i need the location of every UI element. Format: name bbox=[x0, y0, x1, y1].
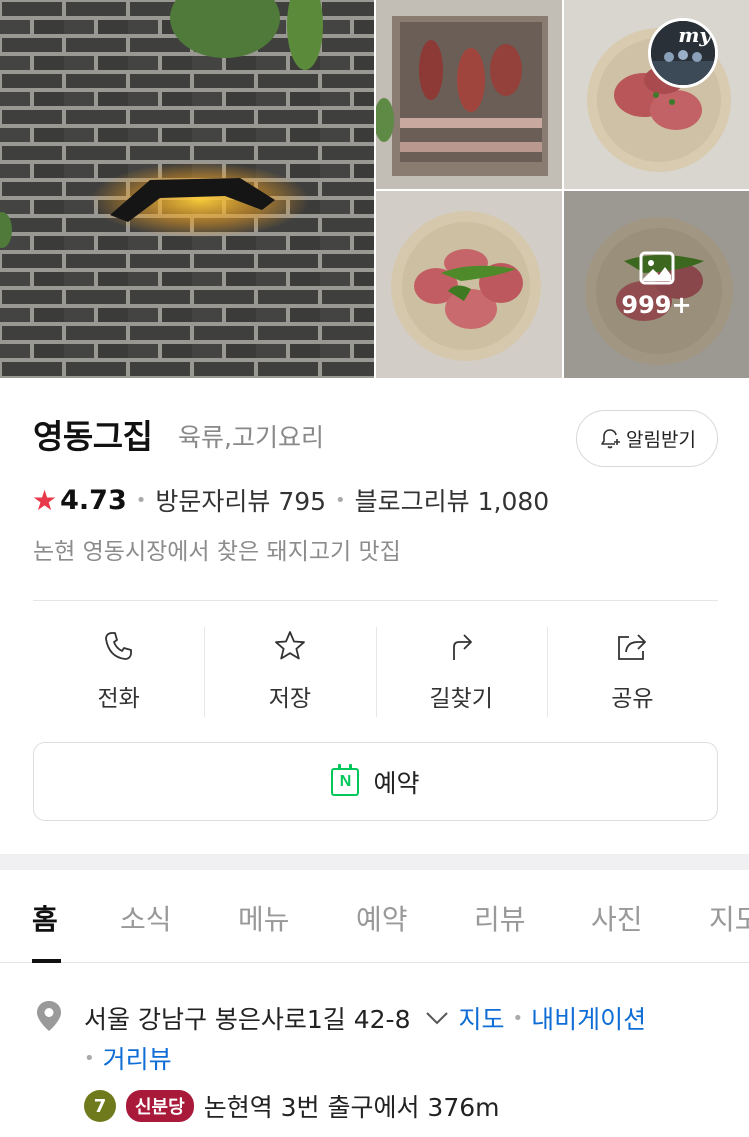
phone-icon bbox=[104, 632, 132, 660]
save-label: 저장 bbox=[268, 686, 312, 712]
tab-home[interactable]: 홈 bbox=[32, 898, 58, 938]
rating-value: 4.73 bbox=[60, 484, 127, 516]
tab-bar: 홈 소식 메뉴 예약 리뷰 사진 지도 bbox=[0, 870, 749, 963]
reserve-label: 예약 bbox=[373, 768, 420, 798]
image-icon bbox=[639, 251, 674, 284]
photo-more[interactable]: 999+ bbox=[564, 191, 749, 378]
action-bar: 전화 저장 길찾기 공유 bbox=[33, 625, 718, 717]
chevron-down-icon[interactable] bbox=[425, 1010, 449, 1026]
visitor-review-label: 방문자리뷰 bbox=[155, 487, 271, 516]
star-icon bbox=[274, 631, 305, 660]
tab-reservation[interactable]: 예약 bbox=[356, 898, 408, 938]
call-label: 전화 bbox=[97, 686, 140, 712]
tab-menu[interactable]: 메뉴 bbox=[238, 898, 290, 938]
tab-photo[interactable]: 사진 bbox=[591, 898, 643, 938]
directions-icon bbox=[453, 634, 473, 660]
navigation-link[interactable]: 내비게이션 bbox=[531, 1000, 646, 1036]
share-icon bbox=[618, 634, 647, 660]
photo-meat-plate-2[interactable] bbox=[376, 191, 562, 378]
blog-review-link[interactable]: 블로그리뷰 1,080 bbox=[355, 482, 550, 518]
photo-meat-fridge[interactable] bbox=[376, 0, 562, 189]
share-label: 공유 bbox=[611, 686, 654, 712]
location-pin-icon bbox=[37, 1001, 61, 1031]
subway-line-7-badge: 7 bbox=[84, 1090, 116, 1122]
reserve-button[interactable]: N 예약 bbox=[33, 742, 718, 821]
address-line-2: • 거리뷰 bbox=[84, 1040, 172, 1076]
place-name: 영동그집 bbox=[33, 417, 153, 456]
my-badge-label: my bbox=[678, 23, 711, 47]
section-gap bbox=[0, 854, 749, 870]
separator-dot: • bbox=[512, 1007, 524, 1029]
my-avatar[interactable]: my bbox=[648, 18, 718, 88]
directions-button[interactable]: 길찾기 bbox=[375, 625, 547, 717]
more-photos-overlay[interactable]: 999+ bbox=[564, 191, 749, 378]
brick-wall-image bbox=[0, 0, 374, 378]
visitor-review-link[interactable]: 방문자리뷰 795 bbox=[155, 482, 326, 518]
separator-dot: • bbox=[135, 489, 147, 511]
meat-pepper-plate-image bbox=[376, 191, 562, 378]
map-link[interactable]: 지도 bbox=[459, 1000, 505, 1036]
share-button[interactable]: 공유 bbox=[546, 625, 718, 717]
place-category: 육류,고기요리 bbox=[178, 423, 324, 452]
main-photo[interactable] bbox=[0, 0, 374, 378]
meat-fridge-image bbox=[376, 0, 562, 189]
blog-review-count: 1,080 bbox=[477, 487, 550, 516]
street-view-link[interactable]: 거리뷰 bbox=[103, 1040, 172, 1076]
star-filled-icon: ★ bbox=[32, 483, 58, 517]
divider bbox=[33, 600, 718, 601]
bell-plus-icon bbox=[601, 428, 621, 448]
rating-line: ★ 4.73 • 방문자리뷰 795 • 블로그리뷰 1,080 bbox=[32, 482, 549, 518]
separator-dot: • bbox=[84, 1047, 95, 1069]
more-photos-count: 999+ bbox=[621, 290, 692, 319]
alarm-label: 알림받기 bbox=[626, 429, 696, 451]
subway-line-shinbundang-badge: 신분당 bbox=[126, 1090, 194, 1122]
separator-dot: • bbox=[335, 489, 346, 511]
tab-map[interactable]: 지도 bbox=[709, 898, 749, 938]
tab-review[interactable]: 리뷰 bbox=[474, 898, 526, 938]
active-tab-indicator bbox=[32, 959, 61, 963]
place-description: 논현 영동시장에서 찾은 돼지고기 맛집 bbox=[33, 539, 401, 565]
tab-news[interactable]: 소식 bbox=[120, 898, 172, 938]
subway-distance-text: 논현역 3번 출구에서 376m bbox=[203, 1093, 500, 1122]
blog-review-label: 블로그리뷰 bbox=[354, 487, 470, 516]
photo-gallery: 999+ my bbox=[0, 0, 749, 378]
visitor-review-count: 795 bbox=[278, 487, 327, 516]
address-text: 서울 강남구 봉은사로1길 42-8 bbox=[84, 1005, 411, 1034]
save-button[interactable]: 저장 bbox=[204, 625, 375, 717]
address-line: 서울 강남구 봉은사로1길 42-8 지도 • 내비게이션 bbox=[84, 1000, 646, 1036]
call-button[interactable]: 전화 bbox=[33, 625, 204, 717]
alarm-button[interactable]: 알림받기 bbox=[576, 410, 718, 467]
subway-info: 7 신분당 논현역 3번 출구에서 376m bbox=[84, 1088, 500, 1124]
naver-booking-icon: N bbox=[331, 763, 360, 796]
directions-label: 길찾기 bbox=[429, 686, 493, 712]
